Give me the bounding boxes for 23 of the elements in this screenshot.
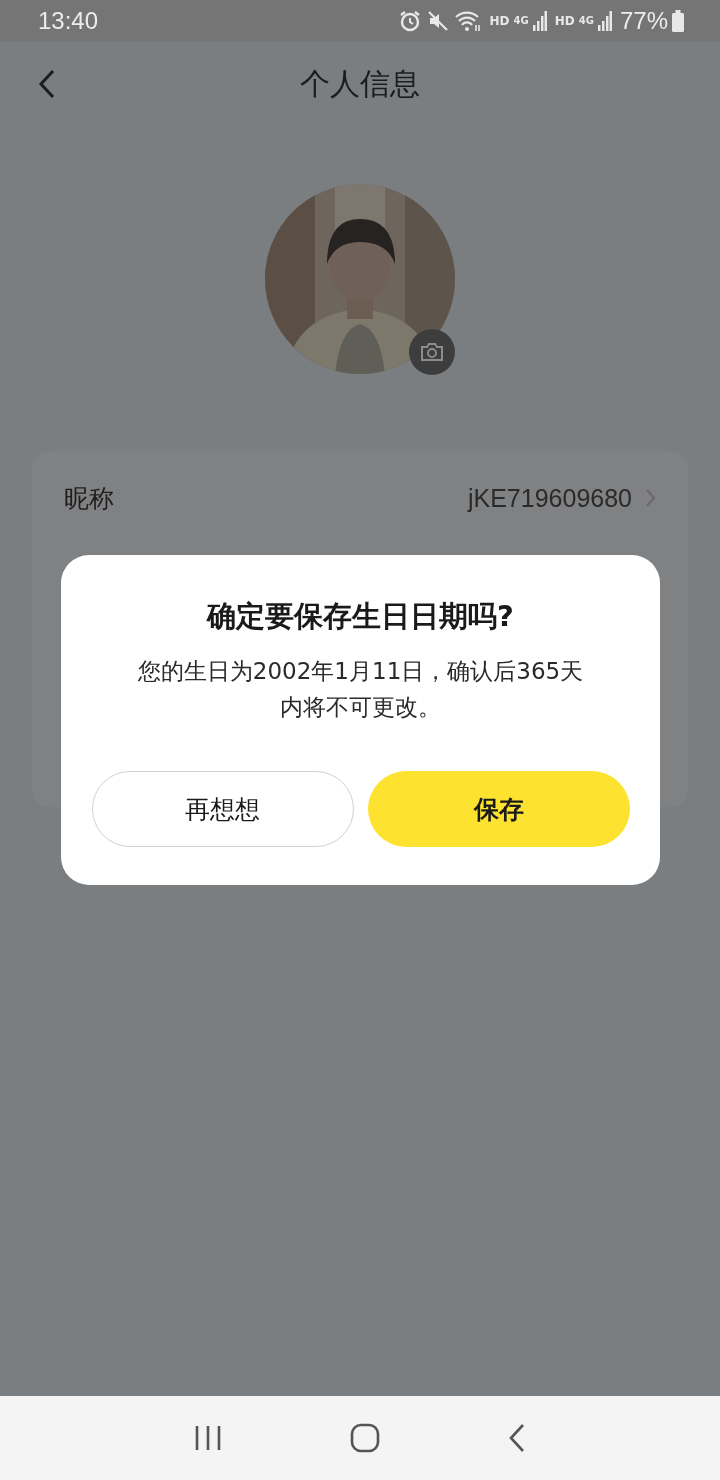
- back-icon[interactable]: [508, 1423, 526, 1453]
- page-title: 个人信息: [300, 64, 420, 103]
- dialog-message: 您的生日为2002年1月11日，确认后365天内将不可更改。: [136, 657, 585, 722]
- signal-icon: [597, 11, 612, 31]
- dialog-title: 确定要保存生日日期吗?: [207, 598, 514, 635]
- network-type: 4G: [578, 15, 594, 26]
- save-button[interactable]: 保存: [367, 771, 630, 847]
- home-icon[interactable]: [350, 1423, 380, 1453]
- battery-icon: [672, 10, 684, 32]
- camera-icon[interactable]: [409, 329, 455, 375]
- field-label: 昵称: [64, 482, 115, 515]
- wifi-icon: [453, 9, 482, 33]
- field-value[interactable]: jKE719609680: [467, 483, 632, 513]
- cancel-button[interactable]: 再想想: [91, 771, 354, 847]
- hd-label: HD: [489, 14, 510, 28]
- mute-icon: [425, 9, 450, 33]
- clock: 13:40: [38, 7, 99, 35]
- hd-label: HD: [554, 14, 575, 28]
- battery-percentage: 77%: [619, 7, 668, 35]
- network-type: 4G: [513, 15, 529, 26]
- back-icon[interactable]: [38, 68, 56, 100]
- signal-icon: [532, 11, 547, 31]
- recent-apps-icon[interactable]: [194, 1425, 222, 1451]
